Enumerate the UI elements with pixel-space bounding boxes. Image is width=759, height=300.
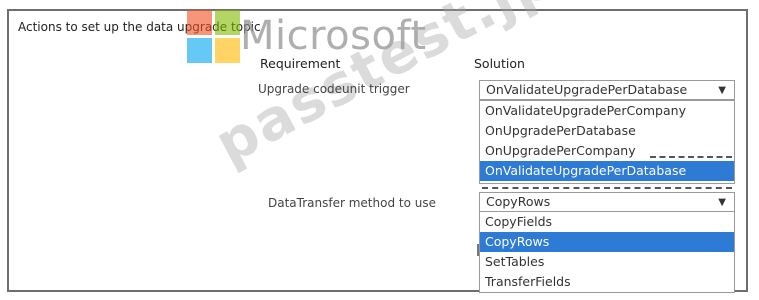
upgrade-trigger-select[interactable]: OnValidateUpgradePerDatabase ▼ — [479, 80, 735, 100]
dashed-separator — [482, 187, 732, 189]
datatransfer-method-option[interactable]: SetTables — [480, 252, 734, 272]
microsoft-logo-icon — [187, 10, 241, 64]
requirement-column-header: Requirement — [260, 56, 341, 71]
datatransfer-method-option-highlighted[interactable]: CopyRows — [480, 232, 734, 252]
text-cursor — [477, 244, 479, 256]
upgrade-trigger-listbox: OnValidateUpgradePerCompany OnUpgradePer… — [479, 100, 735, 184]
solution-column-header: Solution — [474, 56, 525, 71]
upgrade-trigger-option[interactable]: OnValidateUpgradePerCompany — [480, 101, 734, 121]
dashed-separator — [650, 156, 732, 158]
datatransfer-method-label: DataTransfer method to use — [268, 196, 436, 210]
datatransfer-method-option[interactable]: TransferFields — [480, 272, 734, 292]
datatransfer-method-option[interactable]: CopyFields — [480, 212, 734, 232]
datatransfer-method-listbox: CopyFields CopyRows SetTables TransferFi… — [479, 211, 735, 293]
upgrade-trigger-label: Upgrade codeunit trigger — [258, 82, 410, 96]
datatransfer-method-select[interactable]: CopyRows ▼ — [479, 192, 735, 212]
upgrade-trigger-option-highlighted[interactable]: OnValidateUpgradePerDatabase — [480, 161, 734, 181]
caret-down-icon[interactable]: ▼ — [718, 82, 726, 100]
caret-down-icon[interactable]: ▼ — [718, 194, 726, 212]
upgrade-trigger-option[interactable]: OnUpgradePerCompany — [480, 141, 734, 161]
upgrade-trigger-option[interactable]: OnUpgradePerDatabase — [480, 121, 734, 141]
upgrade-trigger-selected-value: OnValidateUpgradePerDatabase — [486, 82, 688, 97]
datatransfer-method-selected-value: CopyRows — [486, 194, 551, 209]
